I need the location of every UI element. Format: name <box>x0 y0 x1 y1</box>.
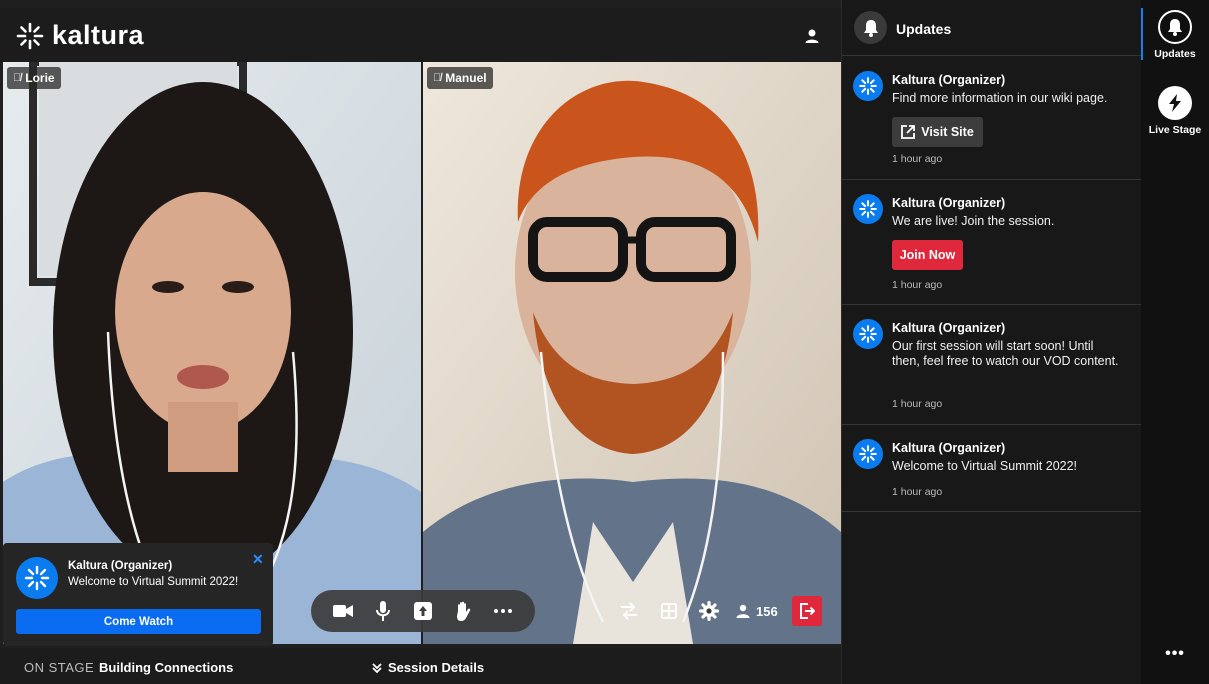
rail-item-updates[interactable]: Updates <box>1141 10 1209 60</box>
leave-icon[interactable] <box>791 596 822 626</box>
attendee-count-value: 156 <box>756 603 778 619</box>
session-controls: 156 <box>616 596 822 626</box>
participant-name-tag: 🎙̸ Lorie <box>7 67 61 89</box>
more-options-icon[interactable]: ••• <box>1141 645 1209 663</box>
bottom-bar: ON STAGE Building Connections Session De… <box>0 648 841 684</box>
bell-icon <box>1158 10 1192 44</box>
mic-muted-icon: 🎙̸ <box>13 72 22 84</box>
organizer-avatar <box>853 194 883 224</box>
update-sender: Kaltura (Organizer) <box>892 321 1006 335</box>
update-time: 1 hour ago <box>892 398 943 410</box>
notification-toast: Kaltura (Organizer) Welcome to Virtual S… <box>3 543 273 646</box>
microphone-icon[interactable] <box>370 598 396 624</box>
updates-header: Updates <box>842 0 1142 56</box>
updates-panel: Updates Kaltura (Organizer) Find more in… <box>841 0 1142 684</box>
rail-label: Updates <box>1154 48 1196 60</box>
come-watch-button[interactable]: Come Watch <box>16 609 261 634</box>
update-sender: Kaltura (Organizer) <box>892 441 1006 455</box>
kaltura-logo-icon <box>16 22 44 49</box>
participant-name-tag: 🎙̸ Manuel <box>427 67 493 89</box>
kaltura-avatar-icon <box>859 445 877 463</box>
share-screen-icon[interactable] <box>410 598 436 624</box>
update-time: 1 hour ago <box>892 279 943 291</box>
kaltura-avatar-icon <box>24 565 50 591</box>
session-details-label: Session Details <box>388 660 485 675</box>
update-message: Welcome to Virtual Summit 2022! <box>892 459 1078 473</box>
update-time: 1 hour ago <box>892 153 943 165</box>
on-stage-label: ON STAGE <box>24 660 95 675</box>
organizer-avatar <box>853 319 883 349</box>
mic-muted-icon: 🎙̸ <box>433 72 442 84</box>
close-icon[interactable]: ✕ <box>252 551 264 568</box>
video-tile-manuel[interactable]: 🎙̸ Manuel <box>423 62 841 644</box>
raise-hand-icon[interactable] <box>450 598 476 624</box>
update-item: Kaltura (Organizer) We are live! Join th… <box>842 180 1142 305</box>
bell-icon <box>854 11 887 44</box>
kaltura-avatar-icon <box>859 325 877 343</box>
toast-message: Welcome to Virtual Summit 2022! <box>68 576 239 588</box>
participant-name: Lorie <box>25 71 55 85</box>
toast-sender: Kaltura (Organizer) <box>68 560 173 572</box>
update-item: Kaltura (Organizer) Our first session wi… <box>842 305 1142 425</box>
external-link-icon <box>901 125 916 139</box>
settings-icon[interactable] <box>696 598 722 624</box>
kaltura-avatar-icon <box>859 200 877 218</box>
update-sender: Kaltura (Organizer) <box>892 196 1006 210</box>
camera-icon[interactable] <box>330 598 356 624</box>
update-message: Our first session will start soon! Until… <box>892 339 1119 368</box>
update-message: We are live! Join the session. <box>892 214 1055 228</box>
attendee-icon <box>736 604 750 618</box>
visit-site-button[interactable]: Visit Site <box>892 117 983 147</box>
grid-icon[interactable] <box>656 598 682 624</box>
organizer-avatar <box>853 71 883 101</box>
top-bar: kaltura <box>0 8 841 62</box>
kaltura-avatar-icon <box>859 77 877 95</box>
app-root: kaltura 🎙̸ Lorie 🎙̸ Manuel Kaltura (Orga… <box>0 0 1209 684</box>
visit-site-label: Visit Site <box>921 125 974 139</box>
organizer-avatar <box>16 557 58 599</box>
updates-title: Updates <box>896 21 952 37</box>
rail-label: Live Stage <box>1148 124 1202 136</box>
session-title: Building Connections <box>99 660 234 675</box>
user-profile-icon[interactable] <box>804 28 820 44</box>
update-sender: Kaltura (Organizer) <box>892 73 1006 87</box>
chevron-double-down-icon <box>372 662 382 673</box>
more-icon[interactable] <box>490 598 516 624</box>
side-rail: Updates Live Stage ••• <box>1141 0 1209 684</box>
rail-item-live-stage[interactable]: Live Stage <box>1141 86 1209 136</box>
media-controls <box>311 590 535 632</box>
kaltura-logo[interactable]: kaltura <box>16 20 144 51</box>
update-item: Kaltura (Organizer) Welcome to Virtual S… <box>842 425 1142 512</box>
update-message: Find more information in our wiki page. <box>892 91 1108 105</box>
participant-name: Manuel <box>445 71 487 85</box>
join-now-button[interactable]: Join Now <box>892 240 963 270</box>
attendee-count[interactable]: 156 <box>736 604 778 619</box>
organizer-avatar <box>853 439 883 469</box>
update-time: 1 hour ago <box>892 486 943 498</box>
update-item: Kaltura (Organizer) Find more informatio… <box>842 57 1142 180</box>
switch-layout-icon[interactable] <box>616 598 642 624</box>
manuel-video-image <box>423 62 841 644</box>
brand-name: kaltura <box>52 20 145 50</box>
session-details-button[interactable]: Session Details <box>372 660 484 675</box>
lightning-icon <box>1158 86 1192 120</box>
